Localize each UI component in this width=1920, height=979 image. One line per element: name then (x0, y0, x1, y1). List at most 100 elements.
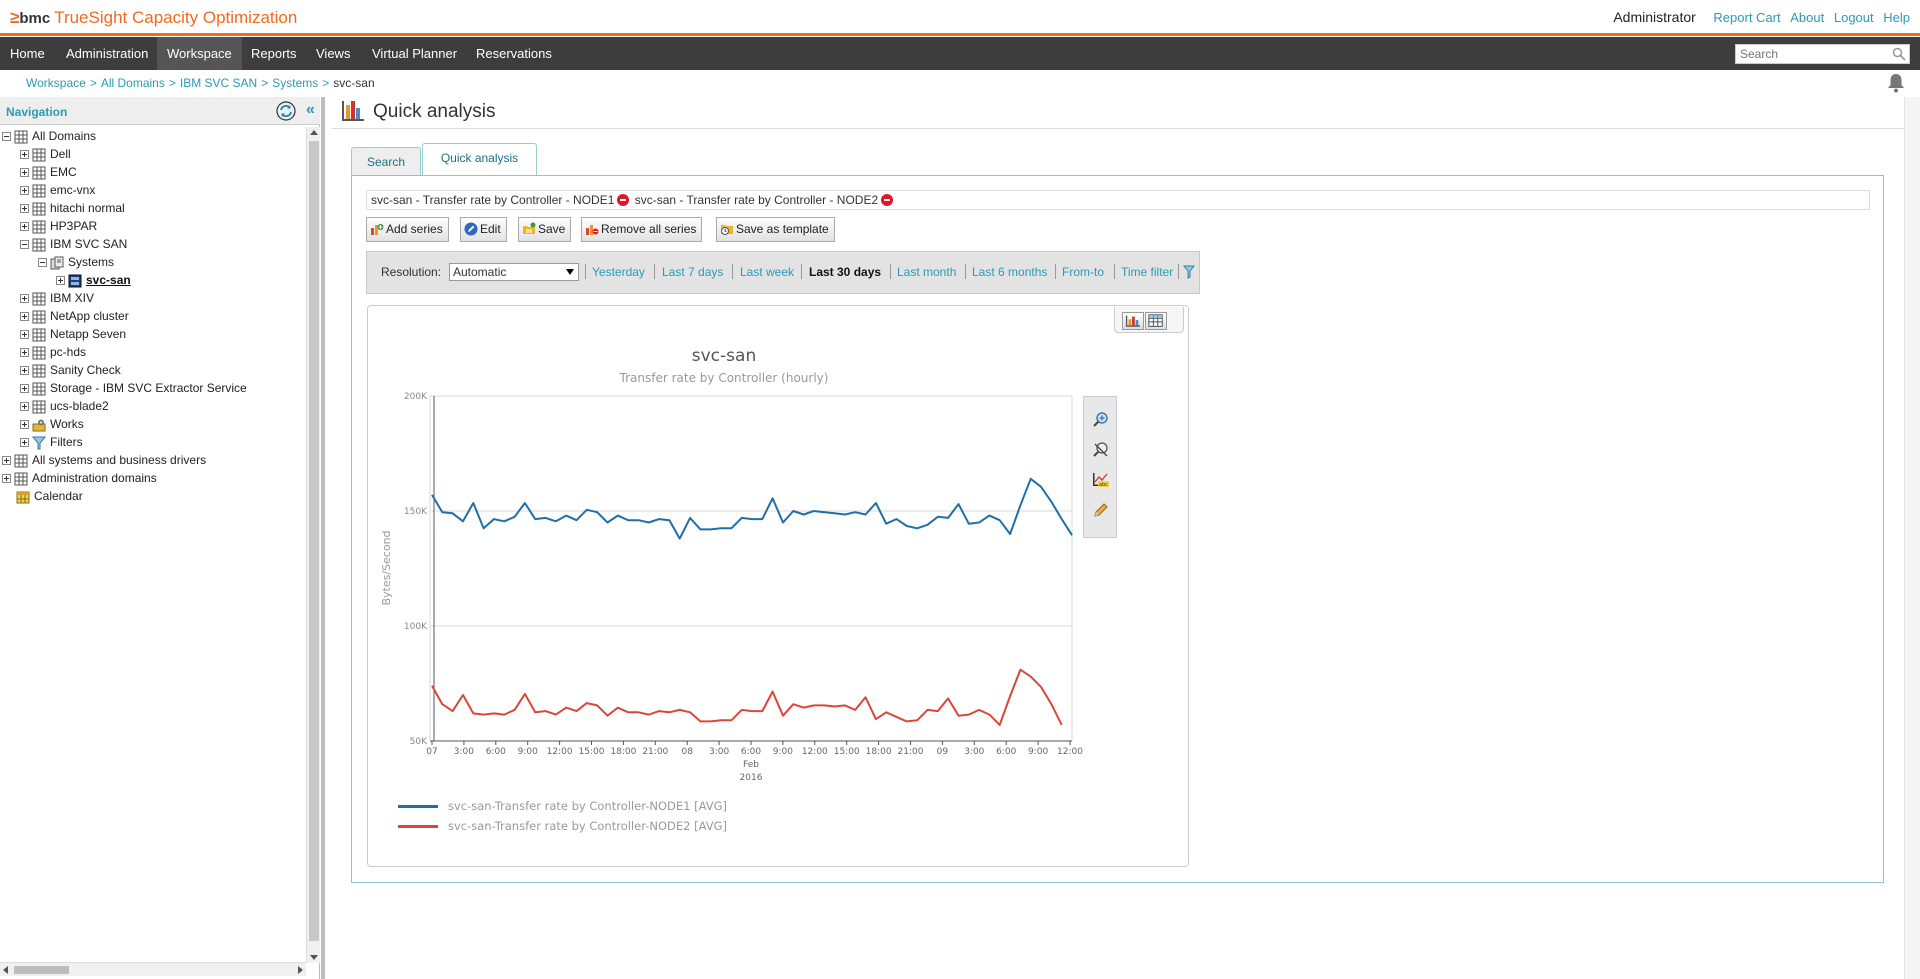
range-last-month[interactable]: Last month (897, 265, 956, 279)
expand-icon[interactable] (20, 366, 29, 376)
remove-series-icon[interactable] (617, 194, 630, 206)
tree-node[interactable]: Filters (20, 433, 83, 453)
tree-node[interactable]: Dell (20, 145, 71, 165)
range-last-6-months[interactable]: Last 6 months (972, 265, 1047, 279)
report-cart-link[interactable]: Report Cart (1713, 10, 1780, 25)
notification-bell-icon[interactable] (1886, 72, 1906, 94)
expand-icon[interactable] (20, 222, 29, 232)
pencil-icon[interactable] (1092, 501, 1110, 519)
scroll-thumb[interactable] (14, 966, 69, 974)
help-link[interactable]: Help (1883, 10, 1910, 25)
refresh-icon[interactable] (276, 101, 296, 121)
range-yesterday[interactable]: Yesterday (592, 265, 645, 279)
menu-administration[interactable]: Administration (56, 37, 158, 70)
expand-icon[interactable] (20, 150, 29, 160)
expand-icon[interactable] (2, 474, 11, 484)
menu-workspace[interactable]: Workspace (157, 37, 242, 70)
range-last-week[interactable]: Last week (740, 265, 794, 279)
brand-logo[interactable]: ≥bmc TrueSight Capacity Optimization (10, 8, 297, 28)
tree-node[interactable]: All Domains (2, 127, 96, 147)
logout-link[interactable]: Logout (1834, 10, 1874, 25)
expand-icon[interactable] (20, 168, 29, 178)
breadcrumb-systems[interactable]: Systems (272, 76, 318, 90)
expand-icon[interactable] (20, 402, 29, 412)
tree-node[interactable]: pc-hds (20, 343, 86, 363)
expand-icon[interactable] (20, 186, 29, 196)
tree-node[interactable]: Administration domains (2, 469, 157, 489)
zoom-in-icon[interactable] (1092, 411, 1110, 429)
tree-node[interactable]: svc-san (56, 271, 131, 291)
tree-node[interactable]: HP3PAR (20, 217, 97, 237)
expand-icon[interactable] (56, 276, 65, 286)
chart-view-button[interactable] (1122, 312, 1144, 330)
panel-splitter[interactable] (321, 97, 325, 979)
tree-node[interactable]: NetApp cluster (20, 307, 129, 327)
tree-node[interactable]: All systems and business drivers (2, 451, 206, 471)
legend-item[interactable]: svc-san-Transfer rate by Controller-NODE… (398, 818, 727, 834)
resolution-select[interactable]: Automatic (449, 263, 579, 281)
scroll-thumb[interactable] (309, 141, 319, 941)
table-view-button[interactable] (1145, 312, 1167, 330)
remove-series-icon[interactable] (881, 194, 894, 206)
expand-icon[interactable] (20, 384, 29, 394)
filter-funnel-icon[interactable] (1183, 265, 1195, 279)
tab-quick-analysis[interactable]: Quick analysis (422, 143, 537, 175)
scroll-right-arrow-icon[interactable] (298, 966, 303, 974)
expand-icon[interactable] (20, 204, 29, 214)
expand-icon[interactable] (20, 348, 29, 358)
menu-views[interactable]: Views (306, 37, 360, 70)
menu-reservations[interactable]: Reservations (466, 37, 562, 70)
main-vertical-scrollbar[interactable] (1904, 97, 1920, 979)
data-labels-icon[interactable]: abc (1092, 471, 1110, 489)
expand-icon[interactable] (20, 330, 29, 340)
menu-reports[interactable]: Reports (241, 37, 307, 70)
tab-search[interactable]: Search (351, 147, 421, 175)
expand-icon[interactable] (20, 294, 29, 304)
tree-node[interactable]: ucs-blade2 (20, 397, 109, 417)
about-link[interactable]: About (1790, 10, 1824, 25)
tree-node[interactable]: Storage - IBM SVC Extractor Service (20, 379, 247, 399)
save-button[interactable]: Save (518, 217, 572, 242)
range-from-to[interactable]: From-to (1062, 265, 1104, 279)
legend-item[interactable]: svc-san-Transfer rate by Controller-NODE… (398, 798, 727, 814)
breadcrumb-all-domains[interactable]: All Domains (101, 76, 165, 90)
expand-icon[interactable] (20, 420, 29, 430)
expand-icon[interactable] (20, 438, 29, 448)
tree-node[interactable]: hitachi normal (20, 199, 125, 219)
menu-home[interactable]: Home (0, 37, 55, 70)
tree-node[interactable]: IBM XIV (20, 289, 94, 309)
breadcrumb-ibm-svc-san[interactable]: IBM SVC SAN (180, 76, 257, 90)
zoom-reset-icon[interactable] (1092, 441, 1110, 459)
tree-node[interactable]: Calendar (2, 487, 83, 507)
add-series-label: Add series (386, 222, 443, 236)
add-series-button[interactable]: Add series (366, 217, 449, 242)
range-time-filter[interactable]: Time filter (1121, 265, 1173, 279)
menu-virtual-planner[interactable]: Virtual Planner (362, 37, 467, 70)
breadcrumb-workspace[interactable]: Workspace (26, 76, 86, 90)
range-last-7-days[interactable]: Last 7 days (662, 265, 723, 279)
expand-icon[interactable] (20, 312, 29, 322)
remove-all-series-button[interactable]: Remove all series (581, 217, 703, 242)
tree-node[interactable]: Sanity Check (20, 361, 121, 381)
navigation-horizontal-scrollbar[interactable] (0, 962, 306, 976)
range-last-30-days[interactable]: Last 30 days (809, 265, 881, 279)
collapse-navigation-icon[interactable]: « (306, 101, 315, 119)
scroll-down-arrow-icon[interactable] (310, 955, 318, 960)
collapse-icon[interactable] (2, 132, 11, 142)
save-as-template-button[interactable]: Save as template (716, 217, 835, 242)
tree-node[interactable]: EMC (20, 163, 77, 183)
search-icon[interactable] (1892, 47, 1906, 61)
edit-button[interactable]: Edit (460, 217, 507, 242)
tree-node[interactable]: Netapp Seven (20, 325, 126, 345)
scroll-left-arrow-icon[interactable] (3, 966, 8, 974)
tree-node[interactable]: IBM SVC SAN (20, 235, 127, 255)
tree-node[interactable]: emc-vnx (20, 181, 95, 201)
collapse-icon[interactable] (20, 240, 29, 250)
search-input[interactable] (1736, 45, 1886, 63)
navigation-vertical-scrollbar[interactable] (306, 127, 320, 963)
tree-node[interactable]: Works (20, 415, 84, 435)
expand-icon[interactable] (2, 456, 11, 466)
collapse-icon[interactable] (38, 258, 47, 268)
scroll-up-arrow-icon[interactable] (310, 130, 318, 135)
tree-node[interactable]: Systems (38, 253, 114, 273)
